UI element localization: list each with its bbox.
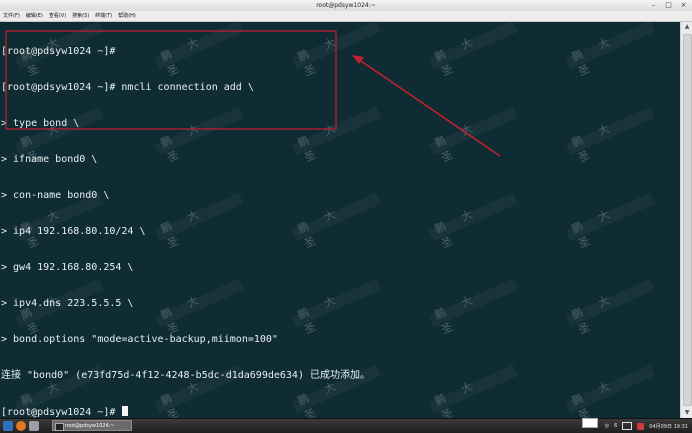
terminal-line: > ipv4.dns 223.5.5.5 \ xyxy=(1,298,134,309)
watermark-char: 圣 xyxy=(439,398,472,418)
taskbar-window-button[interactable]: root@pdsyw1024:~ xyxy=(52,420,132,431)
menu-edit[interactable]: 编辑(E) xyxy=(26,11,43,21)
notification-icon[interactable] xyxy=(582,418,598,428)
watermark-char: 圣 xyxy=(439,226,472,251)
alert-icon[interactable] xyxy=(637,422,645,430)
watermark-stamp: 鹏大圣 xyxy=(569,274,657,337)
watermark-char: 鹏 xyxy=(569,384,602,408)
watermark-char: 鹏 xyxy=(569,212,602,236)
scrollbar-thumb[interactable] xyxy=(683,34,692,406)
watermark-char: 大 xyxy=(596,200,629,225)
menu-help[interactable]: 帮助(H) xyxy=(118,11,136,21)
watermark-stamp: 鹏大圣 xyxy=(569,102,657,165)
menu-terminal[interactable]: 终端(T) xyxy=(95,11,112,21)
terminal-line: 连接 "bond0" (e73fd75d-4f12-4248-b5dc-d1da… xyxy=(1,370,370,381)
watermark-char: 大 xyxy=(596,286,629,311)
menu-search[interactable]: 搜索(S) xyxy=(72,11,89,21)
close-button[interactable]: × xyxy=(679,1,688,10)
watermark-char: 鹏 xyxy=(569,126,602,150)
vertical-scrollbar[interactable]: ▲ ▼ xyxy=(680,22,692,418)
input-method-icon[interactable]: ◎ xyxy=(605,423,609,429)
clock[interactable]: 04月09日 19:31 xyxy=(649,423,688,430)
watermark-char: 圣 xyxy=(439,312,472,337)
minimize-button[interactable]: – xyxy=(649,1,658,10)
terminal-prompt-line: [root@pdsyw1024 ~]# xyxy=(1,406,370,418)
watermark-char: 大 xyxy=(596,28,629,53)
watermark-stamp: 鹏大圣 xyxy=(569,188,657,251)
terminal-line: > ip4 192.168.80.10/24 \ xyxy=(1,226,146,237)
tray-indicator: 6 xyxy=(614,423,618,429)
maximize-button[interactable]: □ xyxy=(664,1,673,10)
terminal-icon xyxy=(55,423,64,431)
watermark-char: 大 xyxy=(459,28,492,53)
terminal-line: [root@pdsyw1024 ~]# xyxy=(1,46,116,57)
watermark-char: 大 xyxy=(596,372,629,397)
watermark-char: 圣 xyxy=(576,54,609,79)
terminal-line: > type bond \ xyxy=(1,118,80,129)
watermark-char: 圣 xyxy=(576,140,609,165)
watermark-stamp: 鹏大圣 xyxy=(432,22,520,79)
scroll-down-arrow-icon[interactable]: ▼ xyxy=(681,408,692,418)
watermark-char: 圣 xyxy=(576,312,609,337)
watermark-char: 圣 xyxy=(576,398,609,418)
terminal-prompt: [root@pdsyw1024 ~]# xyxy=(1,407,122,418)
terminal-view[interactable]: 鹏大圣 鹏大圣 鹏大圣 鹏大圣 鹏大圣 鹏大圣 鹏大圣 鹏大圣 鹏大圣 鹏大圣 鹏大圣 鹏大圣 鹏大圣鹏… xyxy=(0,22,680,418)
terminal-line: > ifname bond0 \ xyxy=(1,154,98,165)
menu-file[interactable]: 文件(F) xyxy=(3,11,20,21)
watermark-stamp: 鹏大圣 xyxy=(569,360,657,418)
taskbar: root@pdsyw1024:~ ◎ 6 04月09日 19:31 xyxy=(0,418,692,433)
watermark-char: 圣 xyxy=(576,226,609,251)
watermark-stamp: 鹏大圣 xyxy=(432,360,520,418)
watermark-char: 大 xyxy=(459,200,492,225)
terminal-line: > con-name bond0 \ xyxy=(1,190,110,201)
scroll-up-arrow-icon[interactable]: ▲ xyxy=(681,22,692,32)
taskbar-window-label: root@pdsyw1024:~ xyxy=(65,423,115,429)
terminal-line: > gw4 192.168.80.254 \ xyxy=(1,262,134,273)
files-icon[interactable] xyxy=(29,421,39,431)
annotation-arrow-line xyxy=(357,58,501,157)
watermark-char: 大 xyxy=(596,114,629,139)
watermark-char: 鹏 xyxy=(569,298,602,322)
app-launcher-icon[interactable] xyxy=(3,421,13,431)
watermark-stamp: 鹏大圣 xyxy=(569,22,657,79)
menu-view[interactable]: 查看(V) xyxy=(49,11,66,21)
watermark-char: 大 xyxy=(459,114,492,139)
watermark-char: 圣 xyxy=(439,54,472,79)
watermark-char: 鹏 xyxy=(432,126,465,150)
taskbar-launchers xyxy=(3,421,39,431)
watermark-stamp: 鹏大圣 xyxy=(432,188,520,251)
terminal-cursor xyxy=(122,406,129,416)
watermark-char: 鹏 xyxy=(432,298,465,322)
watermark-char: 大 xyxy=(459,286,492,311)
window-title: root@pdsyw1024:~ xyxy=(316,2,376,9)
window-controls: – □ × xyxy=(649,1,688,10)
watermark-char: 鹏 xyxy=(569,40,602,64)
watermark-char: 鹏 xyxy=(432,212,465,236)
terminal-line: > bond.options "mode=active-backup,miimo… xyxy=(1,334,278,345)
display-icon[interactable] xyxy=(622,422,633,430)
terminal-line: [root@pdsyw1024 ~]# nmcli connection add… xyxy=(1,82,254,93)
terminal-output: [root@pdsyw1024 ~]# [root@pdsyw1024 ~]# … xyxy=(1,22,370,418)
watermark-char: 圣 xyxy=(439,140,472,165)
watermark-char: 鹏 xyxy=(432,40,465,64)
watermark-char: 鹏 xyxy=(432,384,465,408)
watermark-stamp: 鹏大圣 xyxy=(432,274,520,337)
system-tray: ◎ 6 04月09日 19:31 xyxy=(582,418,688,432)
watermark-char: 大 xyxy=(459,372,492,397)
browser-icon[interactable] xyxy=(16,421,26,431)
menu-bar: 文件(F) 编辑(E) 查看(V) 搜索(S) 终端(T) 帮助(H) xyxy=(0,11,692,22)
watermark-stamp: 鹏大圣 xyxy=(432,102,520,165)
